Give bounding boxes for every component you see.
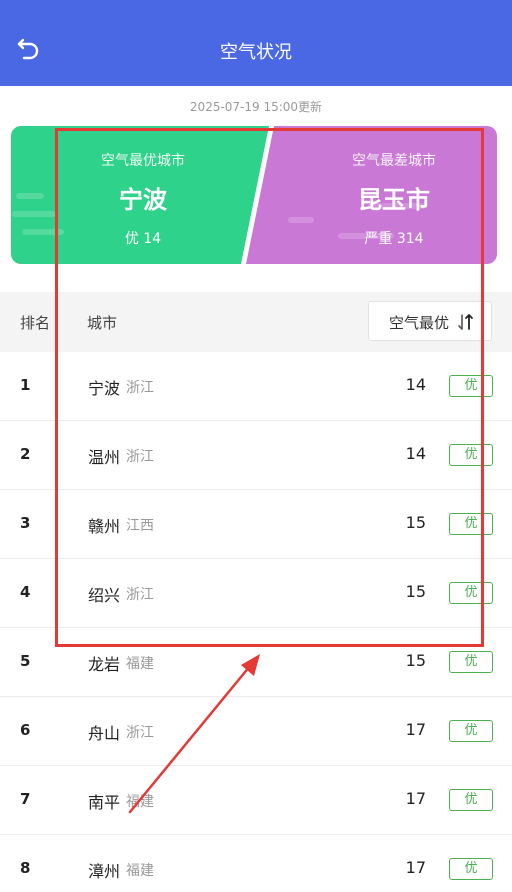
air-quality-page: 空气状况 2025-07-19 15:00更新 空气最优城市 宁波 优 14 空…	[0, 0, 512, 892]
annotation-arrow-icon	[128, 654, 260, 814]
